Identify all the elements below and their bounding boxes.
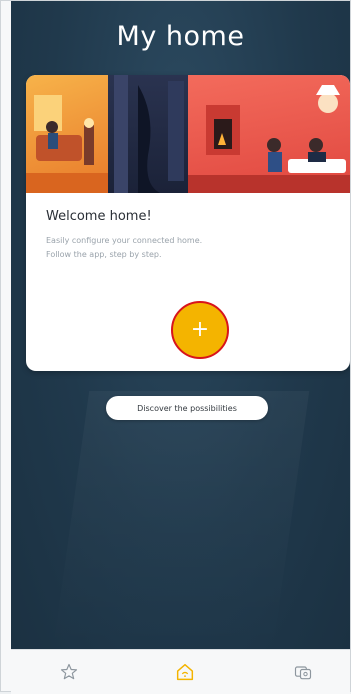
illustration-hallway (108, 75, 188, 193)
welcome-illustration (26, 75, 350, 193)
tab-favorites[interactable] (55, 658, 83, 686)
page-title: My home (116, 21, 245, 52)
discover-possibilities-button[interactable]: Discover the possibilities (106, 396, 268, 420)
discover-label: Discover the possibilities (137, 403, 237, 413)
plus-icon: + (190, 317, 210, 342)
home-screen: My home Welcome home! Easily configure y… (11, 1, 350, 649)
welcome-heading: Welcome home! (46, 209, 152, 224)
home-icon (176, 663, 194, 681)
background-beam (52, 391, 310, 649)
welcome-card: Welcome home! Easily configure your conn… (26, 75, 350, 371)
tab-home[interactable] (171, 658, 199, 686)
welcome-text-line-2: Follow the app, step by step. (46, 250, 162, 259)
add-device-button[interactable]: + (171, 301, 229, 359)
bottom-tab-bar (11, 649, 350, 694)
device-frame: My home Welcome home! Easily configure y… (0, 0, 351, 694)
welcome-card-body: Welcome home! Easily configure your conn… (46, 209, 330, 262)
welcome-text-line-1: Easily configure your connected home. (46, 236, 203, 245)
illustration-living-room (26, 75, 108, 193)
illustration-lounge (188, 75, 350, 193)
tab-devices[interactable] (289, 658, 317, 686)
star-icon (60, 663, 78, 680)
devices-icon (294, 666, 312, 680)
